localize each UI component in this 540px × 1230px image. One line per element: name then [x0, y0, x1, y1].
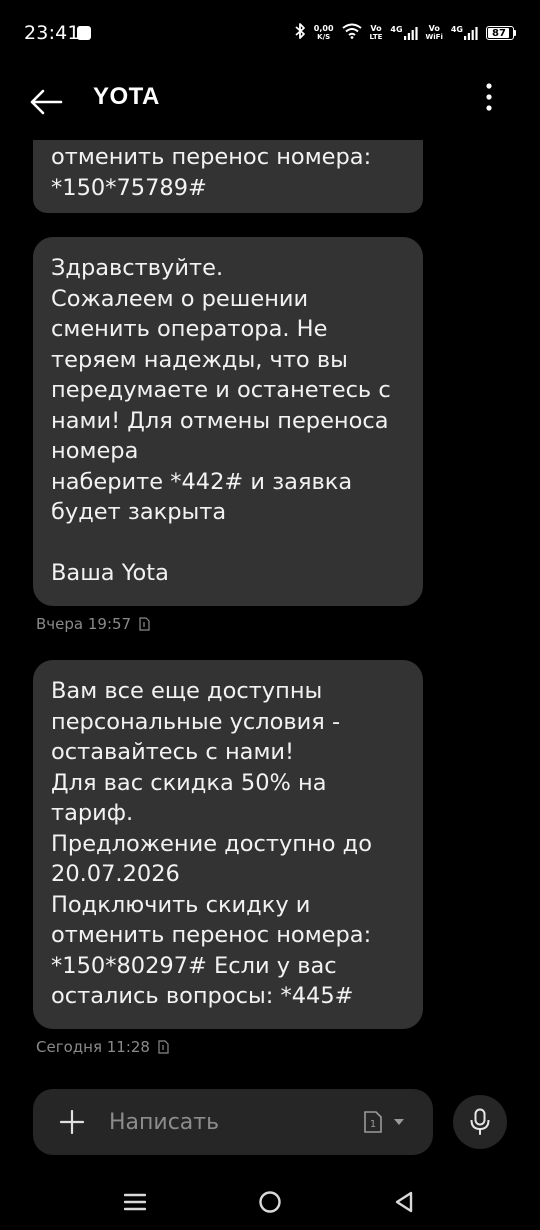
battery-level: 87: [492, 27, 506, 39]
menu-icon: [124, 1193, 146, 1211]
bluetooth-icon: [294, 22, 306, 44]
microphone-icon: [470, 1108, 490, 1135]
volte-indicator: Vo LTE: [369, 24, 383, 42]
vowifi-top: Vo: [428, 24, 440, 33]
message-list[interactable]: отменить перенос номера: *150*75789# Здр…: [0, 140, 540, 1085]
notification-icon: [77, 26, 91, 40]
timestamp-text: Вчера 19:57: [36, 615, 132, 633]
contact-name: YOTA: [93, 83, 160, 110]
conversation-header: YOTA: [0, 66, 540, 140]
message-timestamp: Вчера 19:57: [36, 615, 150, 633]
sim-slot-label: 1: [370, 1119, 376, 1130]
vowifi-indicator: Vo WiFi: [425, 24, 443, 42]
sim-card-icon: [158, 1040, 169, 1054]
triangle-back-icon: [395, 1191, 413, 1213]
recent-apps-button[interactable]: [117, 1184, 153, 1220]
arrow-left-icon: [30, 89, 63, 115]
vowifi-bottom: WiFi: [425, 33, 443, 41]
message-bubble[interactable]: отменить перенос номера: *150*75789#: [33, 140, 423, 213]
message-bubble[interactable]: Вам все еще доступны персональные услови…: [33, 660, 423, 1029]
speed-value: 0,00: [313, 24, 334, 33]
messaging-screen: 23:41 0,00 K/S Vo LTE 4G Vo WiFi 4G 87 Y…: [0, 0, 540, 1230]
add-attachment-button[interactable]: [57, 1107, 87, 1137]
wifi-icon: [341, 23, 362, 43]
status-bar: 23:41 0,00 K/S Vo LTE 4G Vo WiFi 4G 87: [0, 0, 540, 66]
compose-bar: 1: [33, 1089, 433, 1155]
network-type-1: 4G: [390, 25, 403, 34]
circle-home-icon: [259, 1191, 281, 1213]
sim-card-icon: 1: [364, 1111, 382, 1133]
signal-bars-2-icon: [464, 27, 478, 40]
more-vertical-icon: [486, 83, 492, 111]
message-timestamp: Сегодня 11:28: [36, 1038, 169, 1056]
system-nav-bar: [0, 1170, 540, 1230]
status-time: 23:41: [24, 22, 80, 44]
back-button[interactable]: [26, 82, 66, 122]
signal-2: 4G: [451, 26, 478, 40]
timestamp-text: Сегодня 11:28: [36, 1038, 150, 1056]
sim-selector[interactable]: 1: [363, 1109, 415, 1135]
status-icons: 0,00 K/S Vo LTE 4G Vo WiFi 4G 87: [294, 22, 516, 44]
volte-top: Vo: [370, 24, 382, 33]
message-input[interactable]: [109, 1103, 349, 1141]
signal-1: 4G: [390, 25, 418, 40]
battery-icon: 87: [486, 26, 516, 40]
network-type-2: 4G: [450, 25, 463, 34]
battery-tip: [514, 30, 516, 36]
signal-bars-1-icon: [403, 27, 418, 40]
plus-icon: [60, 1110, 84, 1134]
more-options-button[interactable]: [474, 80, 504, 114]
message-bubble[interactable]: Здравствуйте. Сожалеем о решении сменить…: [33, 237, 423, 606]
caret-down-icon: [394, 1119, 404, 1125]
sim-card-icon: [139, 617, 150, 631]
battery-body: 87: [486, 26, 514, 40]
voice-input-button[interactable]: [453, 1095, 507, 1149]
network-speed: 0,00 K/S: [313, 24, 334, 42]
home-button[interactable]: [252, 1184, 288, 1220]
speed-unit: K/S: [317, 33, 331, 41]
volte-bottom: LTE: [369, 33, 383, 41]
system-back-button[interactable]: [386, 1184, 422, 1220]
